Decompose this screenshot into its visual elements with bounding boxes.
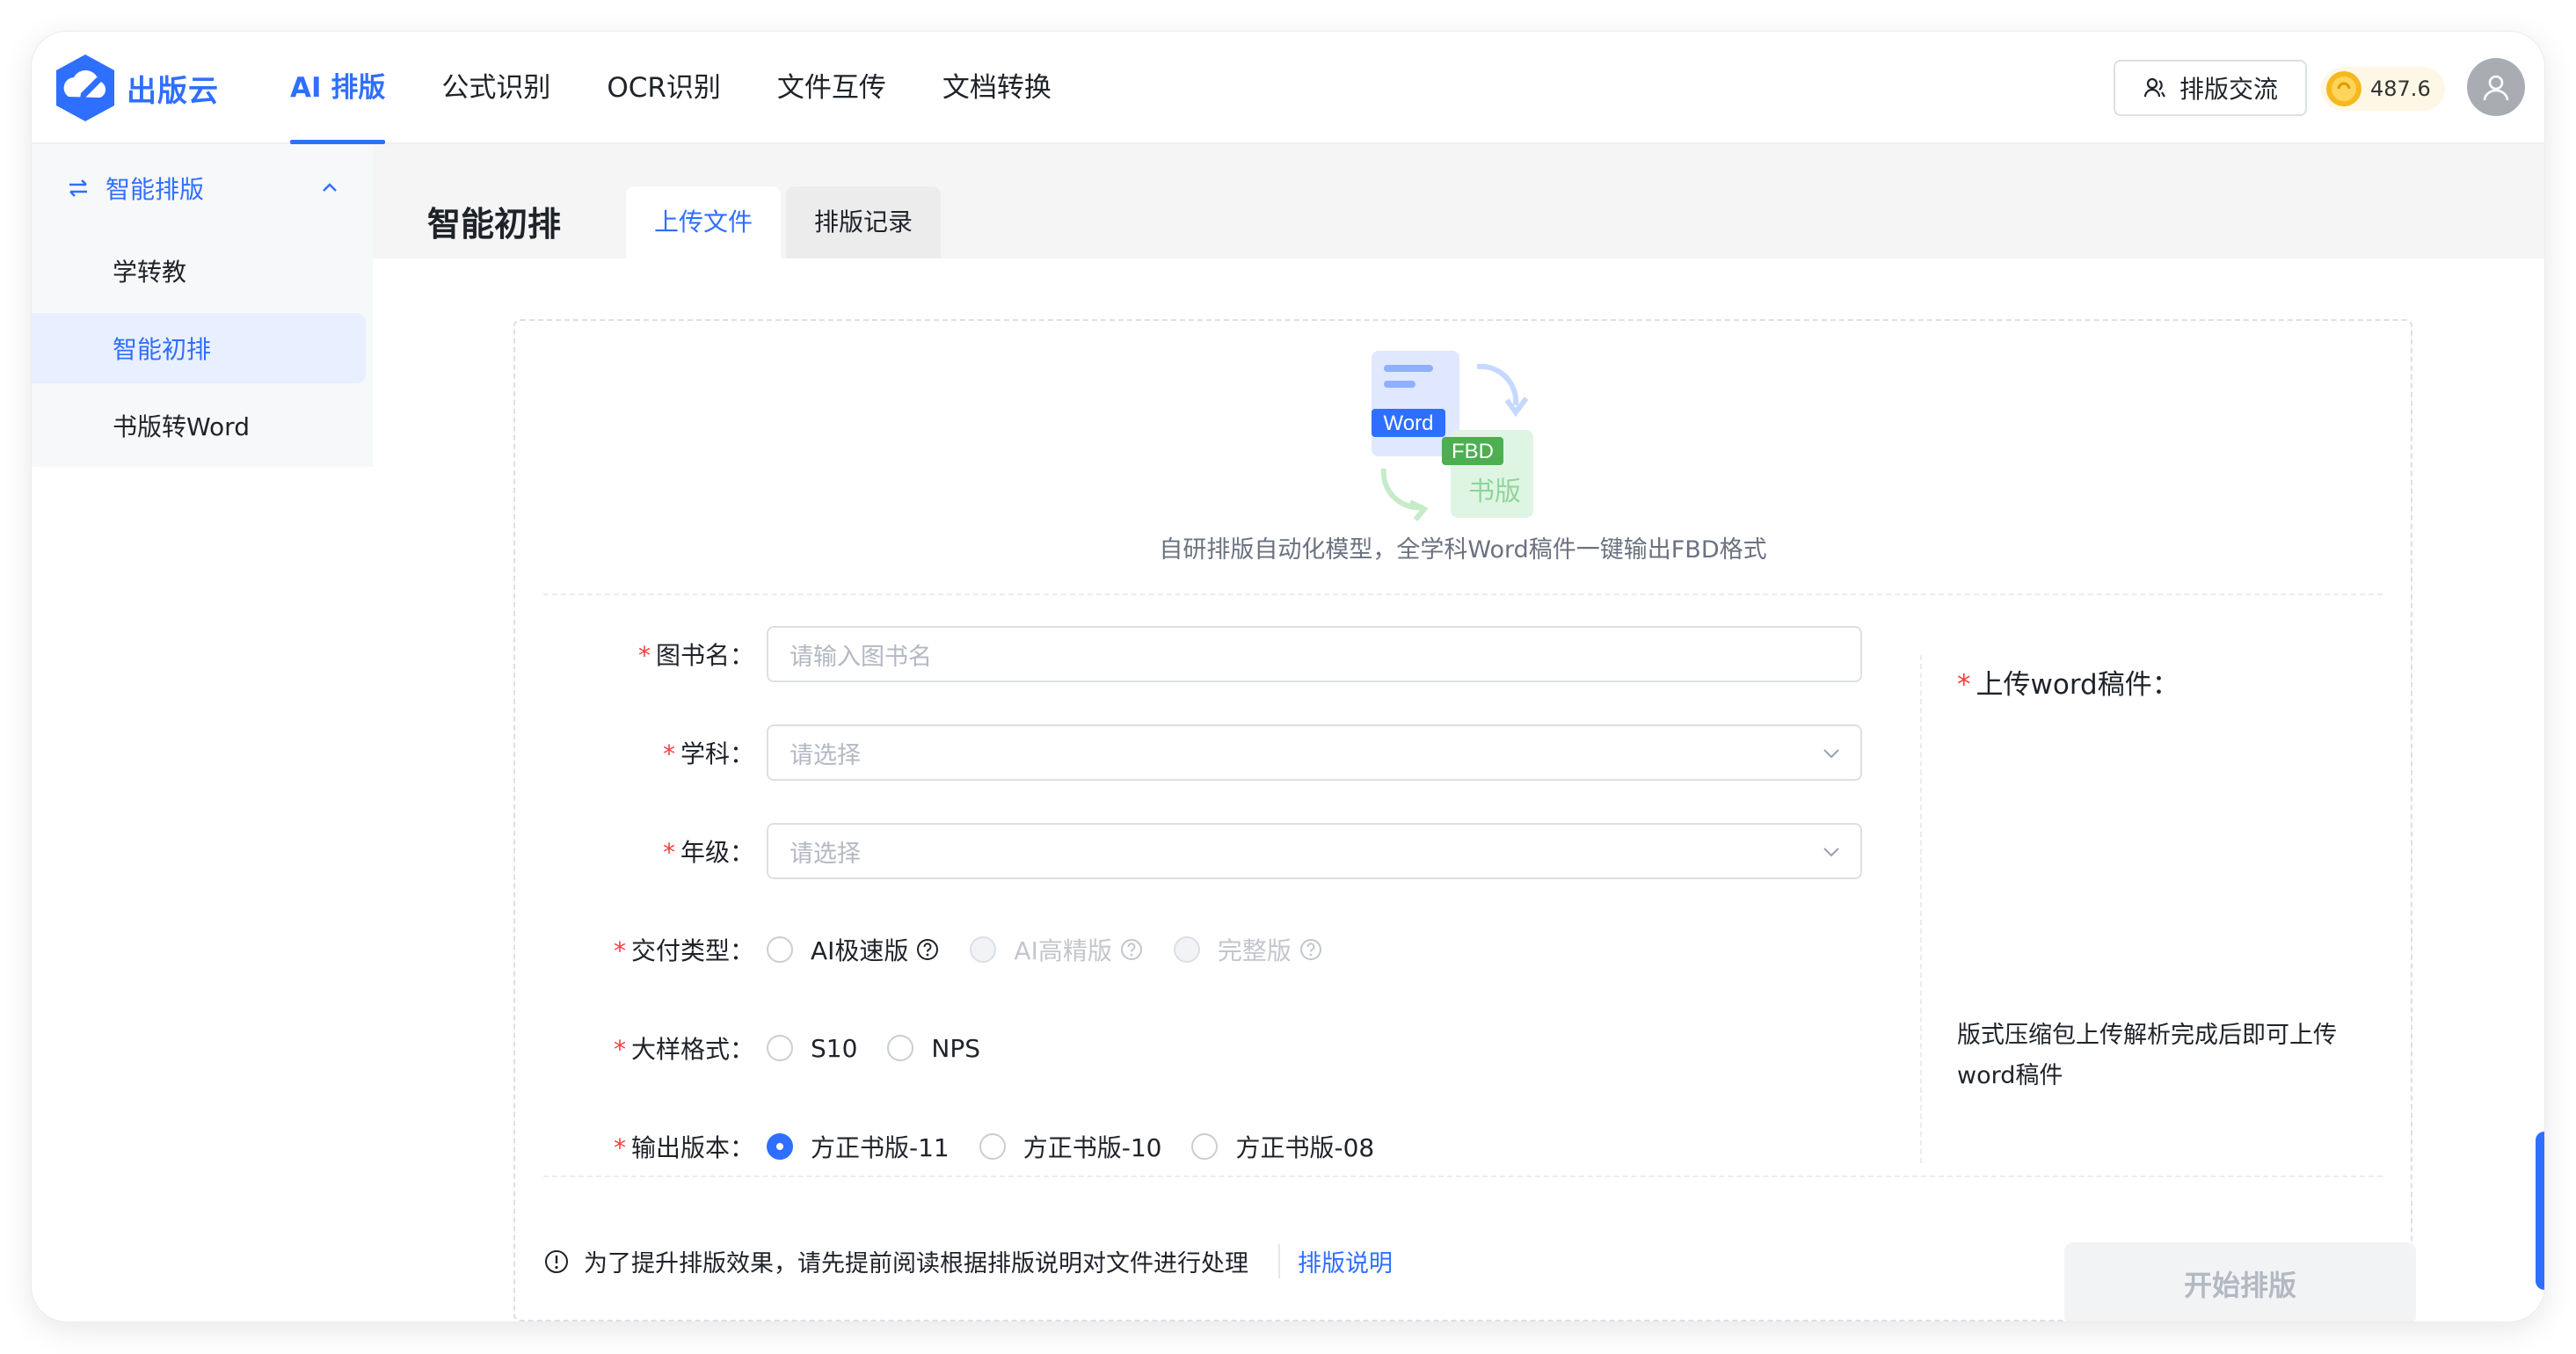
content-header: 智能初排 上传文件 排版记录 <box>373 144 2544 258</box>
book-name-placeholder: 请输入图书名 <box>790 643 932 671</box>
grade-select[interactable]: 请选择 <box>767 823 1862 879</box>
layout-exchange-button[interactable]: 排版交流 <box>2114 60 2307 116</box>
nav-doc-convert[interactable]: 文档转换 <box>942 32 1052 144</box>
hero-section: Word FBD 书版 自研排版自动化模型，全学科Word稿件一键输出FBD格式 <box>515 321 2411 593</box>
form-row-grade: * 年级： 请选择 <box>515 822 1862 880</box>
nav-formula-recognition[interactable]: 公式识别 <box>441 32 550 144</box>
brand-name: 出版云 <box>127 73 219 109</box>
exchange-icon <box>2143 77 2165 98</box>
upload-hint: 版式压缩包上传解析完成后即可上传word稿件 <box>1957 1022 2337 1089</box>
hero-description: 自研排版自动化模型，全学科Word稿件一键输出FBD格式 <box>1159 536 1767 564</box>
avatar-icon <box>2483 75 2509 101</box>
sample-format-label: 大样格式 <box>630 1035 730 1064</box>
grade-label: 年级 <box>680 838 730 867</box>
brand-logo[interactable]: 出版云 <box>53 51 219 125</box>
chevron-up-icon[interactable] <box>320 178 339 197</box>
headset-icon <box>2543 1140 2544 1170</box>
book-name-input[interactable]: 请输入图书名 <box>767 626 1862 682</box>
layout-form: * 图书名： 请输入图书名 * 学科： 请选择 * 年级： 请选择 * 交付类型… <box>515 593 1920 1161</box>
nav-file-transfer[interactable]: 文件互传 <box>777 32 886 144</box>
upload-card: Word FBD 书版 自研排版自动化模型，全学科Word稿件一键输出FBD格式… <box>513 319 2416 1321</box>
coin-balance[interactable]: 487.6 <box>2321 67 2445 111</box>
subject-placeholder: 请选择 <box>790 741 861 769</box>
form-row-subject: * 学科： 请选择 <box>515 724 1862 782</box>
radio-s10[interactable]: S10 <box>767 1034 857 1063</box>
content-tabs: 上传文件 排版记录 <box>626 186 946 258</box>
fbd-tag: FBD <box>1452 440 1494 463</box>
vertical-divider <box>1920 655 1922 1163</box>
online-service-button[interactable]: 在 线 客 服 <box>2536 1132 2544 1290</box>
help-icon[interactable] <box>1119 937 1144 962</box>
sidebar-group-label: 智能排版 <box>106 175 205 204</box>
footer-tip-text: 为了提升排版效果，请先提前阅读根据排版说明对文件进行处理 <box>584 1250 1248 1278</box>
sample-format-radio-group: S10 NPS <box>767 1034 1010 1063</box>
help-icon[interactable] <box>1299 937 1323 962</box>
radio-founder-10[interactable]: 方正书版-10 <box>979 1129 1161 1161</box>
layout-guide-link[interactable]: 排版说明 <box>1278 1244 1393 1278</box>
radio-nps[interactable]: NPS <box>887 1034 980 1063</box>
radio-full-version: 完整版 <box>1173 932 1323 967</box>
subject-label: 学科 <box>680 739 730 768</box>
radio-founder-11[interactable]: 方正书版-11 <box>767 1129 950 1161</box>
radio-ai-precise: AI高精版 <box>970 932 1143 967</box>
help-icon[interactable] <box>915 937 940 962</box>
nav-ai-layout[interactable]: AI 排版 <box>290 32 386 144</box>
sidebar-item-student-to-teacher[interactable]: 学转教 <box>32 236 366 306</box>
page-title: 智能初排 <box>427 205 562 244</box>
form-row-delivery-type: * 交付类型： AI极速版 AI高精版 完整版 <box>515 921 1353 979</box>
chevron-down-icon <box>1823 848 1839 857</box>
swap-icon <box>69 179 87 197</box>
tab-layout-records[interactable]: 排版记录 <box>786 186 942 258</box>
sidebar-group-smart-layout[interactable]: 智能排版 <box>32 144 373 232</box>
coin-value: 487.6 <box>2370 76 2431 101</box>
logo-icon <box>56 55 114 121</box>
radio-founder-08[interactable]: 方正书版-08 <box>1191 1129 1374 1161</box>
sidebar: 智能排版 学转教 智能初排 书版转Word <box>32 144 373 467</box>
form-row-output-version: * 输出版本： 方正书版-11 方正书版-10 方正书版-08 <box>515 1117 1404 1161</box>
main-nav: AI 排版 公式识别 OCR识别 文件互传 文档转换 <box>290 32 1108 144</box>
sidebar-item-book-to-word[interactable]: 书版转Word <box>32 390 366 461</box>
start-layout-button[interactable]: 开始排版 <box>2064 1242 2416 1321</box>
info-icon <box>545 1249 568 1273</box>
subject-select[interactable]: 请选择 <box>767 724 1862 781</box>
upload-word-label: * 上传word稿件： <box>1957 669 2179 701</box>
book-name-label: 图书名 <box>655 641 730 670</box>
word-tag: Word <box>1384 411 1434 435</box>
form-row-book-name: * 图书名： 请输入图书名 <box>515 625 1862 683</box>
delivery-label: 交付类型 <box>630 936 730 965</box>
nav-ocr[interactable]: OCR识别 <box>607 32 721 144</box>
chevron-down-icon <box>1823 749 1839 759</box>
tab-upload-file[interactable]: 上传文件 <box>626 186 782 258</box>
coin-icon <box>2326 71 2361 106</box>
app-window: 出版云 AI 排版 公式识别 OCR识别 文件互传 文档转换 排版交流 487.… <box>32 32 2544 1321</box>
document-convert-icon: Word FBD 书版 <box>1372 351 1533 521</box>
output-version-radio-group: 方正书版-11 方正书版-10 方正书版-08 <box>767 1129 1404 1161</box>
form-row-sample-format: * 大样格式： S10 NPS <box>515 1019 1010 1077</box>
book-tag: 书版 <box>1468 477 1521 507</box>
radio-ai-fast[interactable]: AI极速版 <box>767 932 940 967</box>
delivery-radio-group: AI极速版 AI高精版 完整版 <box>767 932 1353 967</box>
footer-tip: 为了提升排版效果，请先提前阅读根据排版说明对文件进行处理 排版说明 <box>543 1244 1393 1278</box>
sidebar-item-smart-initial-layout[interactable]: 智能初排 <box>32 313 366 383</box>
grade-placeholder: 请选择 <box>790 840 861 868</box>
top-header: 出版云 AI 排版 公式识别 OCR识别 文件互传 文档转换 排版交流 487.… <box>32 32 2544 144</box>
exchange-label: 排版交流 <box>2179 75 2278 104</box>
output-version-label: 输出版本 <box>630 1133 730 1161</box>
divider <box>543 1176 2383 1177</box>
user-avatar[interactable] <box>2467 58 2525 116</box>
